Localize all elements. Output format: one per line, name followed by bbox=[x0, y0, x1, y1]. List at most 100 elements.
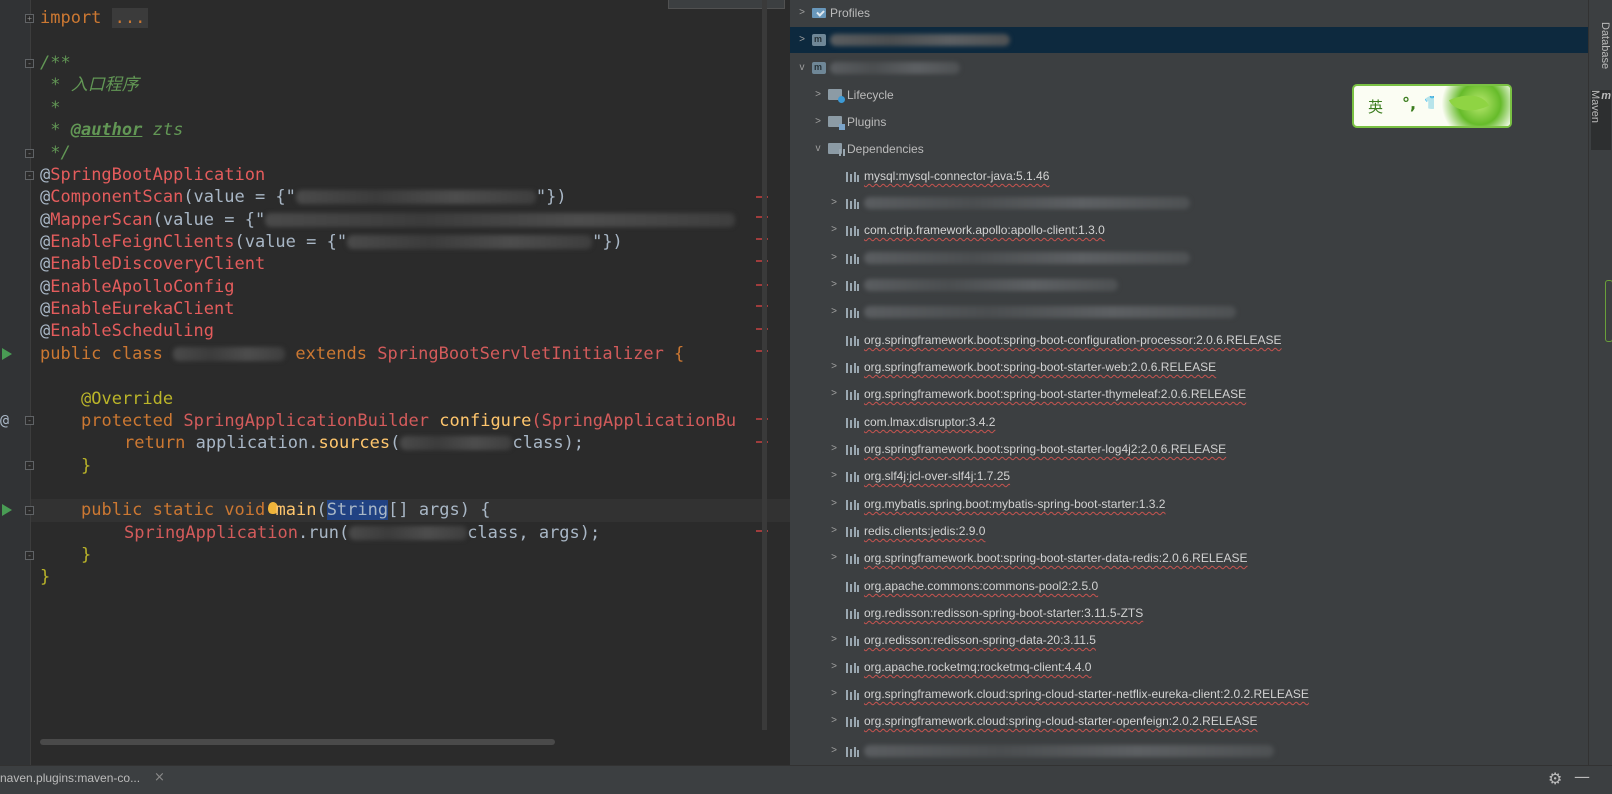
folded-imports[interactable]: ... bbox=[111, 8, 149, 28]
chevron-right-icon[interactable]: > bbox=[828, 708, 840, 734]
chevron-right-icon[interactable]: > bbox=[828, 381, 840, 407]
library-icon bbox=[846, 500, 859, 510]
dependency-item[interactable]: > org.springframework.boot:spring-boot-s… bbox=[790, 436, 1588, 462]
code-line-annotation: @ComponentScan(value = {" "}) bbox=[40, 187, 567, 207]
maven-module-icon bbox=[812, 54, 826, 80]
run-main-icon[interactable] bbox=[2, 504, 12, 516]
override-marker-icon[interactable]: @ bbox=[0, 411, 9, 429]
redacted-text bbox=[295, 190, 536, 204]
chevron-down-icon[interactable]: v bbox=[796, 55, 808, 81]
fold-toggle-main[interactable]: - bbox=[25, 506, 34, 515]
chevron-right-icon[interactable]: > bbox=[828, 681, 840, 707]
close-icon[interactable]: × bbox=[154, 770, 165, 785]
database-tool-tab[interactable]: Database bbox=[1591, 22, 1611, 69]
dependency-item[interactable]: > bbox=[790, 245, 1588, 271]
dependency-item[interactable]: > org.apache.rocketmq:rocketmq-client:4.… bbox=[790, 654, 1588, 680]
dependency-item[interactable]: org.redisson:redisson-spring-boot-starte… bbox=[790, 600, 1588, 626]
dependency-item[interactable]: org.apache.commons:commons-pool2:2.5.0 bbox=[790, 573, 1588, 599]
chevron-right-icon[interactable]: > bbox=[828, 738, 840, 764]
plugins-icon bbox=[828, 116, 845, 130]
tree-node-dependencies[interactable]: v Dependencies bbox=[790, 136, 1588, 162]
dependency-item[interactable]: > bbox=[790, 272, 1588, 298]
run-tab[interactable]: naven.plugins:maven-co... bbox=[0, 771, 140, 785]
tree-node-profiles[interactable]: > Profiles bbox=[790, 0, 1588, 26]
code-line-annotation: @EnableApolloConfig bbox=[40, 277, 235, 297]
chevron-right-icon[interactable]: > bbox=[812, 109, 824, 135]
redacted-text bbox=[830, 34, 1010, 46]
chevron-right-icon[interactable]: > bbox=[828, 654, 840, 680]
redacted-text bbox=[830, 62, 960, 74]
fold-toggle-class[interactable]: - bbox=[25, 171, 34, 180]
dependency-item[interactable]: > org.slf4j:jcl-over-slf4j:1.7.25 bbox=[790, 463, 1588, 489]
chevron-right-icon[interactable]: > bbox=[828, 354, 840, 380]
library-icon bbox=[846, 690, 859, 700]
maven-tool-tab[interactable]: m Maven bbox=[1589, 90, 1611, 150]
code-line-override: @Override bbox=[81, 389, 174, 409]
chevron-right-icon[interactable]: > bbox=[828, 299, 840, 325]
chevron-down-icon[interactable]: v bbox=[812, 136, 824, 162]
scroll-indicator bbox=[1605, 280, 1612, 342]
chevron-right-icon[interactable]: > bbox=[828, 463, 840, 489]
editor-gutter[interactable] bbox=[0, 0, 30, 765]
dependency-item[interactable]: org.springframework.boot:spring-boot-con… bbox=[790, 327, 1588, 353]
chevron-right-icon[interactable]: > bbox=[812, 82, 824, 108]
dependency-item[interactable]: > org.springframework.cloud:spring-cloud… bbox=[790, 681, 1588, 707]
dependency-item[interactable]: mysql:mysql-connector-java:5.1.46 bbox=[790, 163, 1588, 189]
library-icon bbox=[846, 445, 859, 455]
vertical-scrollbar[interactable] bbox=[762, 0, 767, 730]
code-line-annotation: @EnableEurekaClient bbox=[40, 299, 235, 319]
chevron-right-icon[interactable]: > bbox=[828, 217, 840, 243]
fold-toggle-javadoc[interactable]: - bbox=[25, 59, 34, 68]
chevron-right-icon[interactable]: > bbox=[828, 491, 840, 517]
bottom-tool-bar: naven.plugins:maven-co... × ⚙ — bbox=[0, 765, 1612, 794]
dependency-item[interactable]: > org.redisson:redisson-spring-data-20:3… bbox=[790, 627, 1588, 653]
fold-toggle-import[interactable]: + bbox=[25, 14, 34, 23]
chevron-right-icon[interactable]: > bbox=[796, 27, 808, 53]
chevron-right-icon[interactable]: > bbox=[828, 190, 840, 216]
code-line-annotation: @EnableDiscoveryClient bbox=[40, 254, 266, 274]
dependency-item[interactable]: > org.springframework.boot:spring-boot-s… bbox=[790, 545, 1588, 571]
library-icon bbox=[846, 199, 859, 209]
dependency-item[interactable]: > org.springframework.boot:spring-boot-s… bbox=[790, 354, 1588, 380]
dependency-item[interactable]: > bbox=[790, 738, 1588, 764]
chevron-right-icon[interactable]: > bbox=[828, 627, 840, 653]
chevron-right-icon[interactable]: > bbox=[828, 436, 840, 462]
code-line-javadoc-start: /** bbox=[40, 53, 71, 73]
dependency-item[interactable]: > org.springframework.cloud:spring-cloud… bbox=[790, 708, 1588, 734]
code-editor[interactable]: + - - - - - - - @ import ... /** * 入口程序 … bbox=[0, 0, 790, 765]
chevron-right-icon[interactable]: > bbox=[796, 0, 808, 26]
dependency-item[interactable]: > redis.clients:jedis:2.9.0 bbox=[790, 518, 1588, 544]
chevron-right-icon[interactable]: > bbox=[828, 545, 840, 571]
code-line-configure-decl: protected SpringApplicationBuilder confi… bbox=[81, 411, 737, 431]
fold-end-configure[interactable]: - bbox=[25, 461, 34, 470]
dependency-item[interactable]: > com.ctrip.framework.apollo:apollo-clie… bbox=[790, 217, 1588, 243]
chevron-right-icon[interactable]: > bbox=[828, 272, 840, 298]
dependency-item[interactable]: > org.springframework.boot:spring-boot-s… bbox=[790, 381, 1588, 407]
code-line-close-brace: } bbox=[40, 567, 51, 587]
fold-end-main[interactable]: - bbox=[25, 551, 34, 560]
code-line-run: SpringApplication.run(class, args); bbox=[124, 523, 601, 543]
gear-icon[interactable]: ⚙ bbox=[1548, 769, 1562, 788]
ime-language-toggle[interactable]: 英 bbox=[1368, 96, 1383, 117]
dependency-item[interactable]: > bbox=[790, 190, 1588, 216]
library-icon bbox=[846, 418, 859, 428]
ime-status-widget[interactable]: 英 °, 👕 bbox=[1352, 84, 1512, 128]
minimize-icon[interactable]: — bbox=[1574, 767, 1590, 786]
redacted-text bbox=[864, 252, 1190, 264]
fold-toggle-configure[interactable]: - bbox=[25, 416, 34, 425]
chevron-right-icon[interactable]: > bbox=[828, 245, 840, 271]
code-line-import: import ... bbox=[40, 7, 149, 30]
fold-end-javadoc[interactable]: - bbox=[25, 149, 34, 158]
dependency-item[interactable]: > org.mybatis.spring.boot:mybatis-spring… bbox=[790, 491, 1588, 517]
run-class-icon[interactable] bbox=[2, 348, 12, 360]
library-icon bbox=[846, 582, 859, 592]
dependency-item[interactable]: com.lmax:disruptor:3.4.2 bbox=[790, 409, 1588, 435]
tree-node-module[interactable]: v bbox=[790, 54, 1588, 81]
ime-punctuation-toggle[interactable]: °, bbox=[1402, 94, 1416, 113]
horizontal-scrollbar[interactable] bbox=[40, 739, 555, 745]
code-line-javadoc-blank: * bbox=[40, 98, 61, 118]
tree-node-module[interactable]: > bbox=[790, 26, 1588, 53]
chevron-right-icon[interactable]: > bbox=[828, 518, 840, 544]
selected-text[interactable]: String bbox=[326, 500, 389, 520]
dependency-item[interactable]: > bbox=[790, 299, 1588, 325]
